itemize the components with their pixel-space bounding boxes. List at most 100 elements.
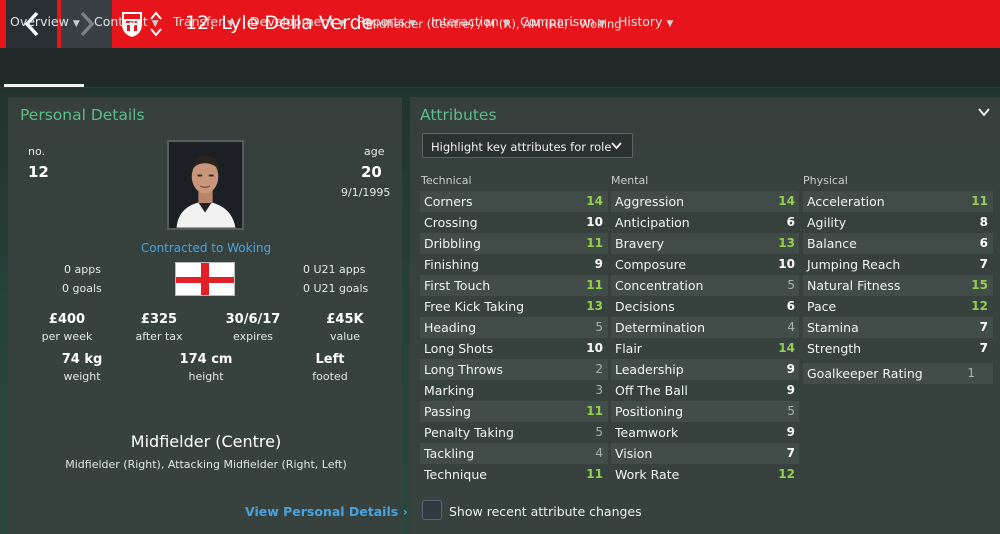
attribute-row[interactable]: Work Rate 12 <box>611 464 799 485</box>
attribute-row[interactable]: Vision 7 <box>611 443 799 464</box>
show-changes-checkbox[interactable] <box>422 500 442 520</box>
squad-number-label: no. <box>28 145 46 158</box>
weight-label: weight <box>63 370 101 383</box>
attribute-row[interactable]: Tackling 4 <box>420 443 608 464</box>
attribute-row[interactable]: Positioning 5 <box>611 401 799 422</box>
attribute-value: 12 <box>971 299 988 313</box>
attribute-name: Long Throws <box>424 362 504 377</box>
attribute-name: Aggression <box>615 194 685 209</box>
tab-overview[interactable]: Overview ▼ <box>10 14 80 29</box>
attribute-row[interactable]: Long Shots 10 <box>420 338 608 359</box>
primary-position: Midfielder (Centre) <box>130 432 282 451</box>
attribute-row[interactable]: Flair 14 <box>611 338 799 359</box>
collapse-chevron-icon[interactable] <box>977 105 991 119</box>
attribute-row[interactable]: Passing 11 <box>420 401 608 422</box>
attribute-row[interactable]: Bravery 13 <box>611 233 799 254</box>
attribute-row[interactable]: Leadership 9 <box>611 359 799 380</box>
tab-label: Comparison <box>520 14 595 29</box>
attribute-row[interactable]: Strength 7 <box>803 338 993 359</box>
tab-contract[interactable]: Contract ▼ <box>94 14 159 29</box>
attribute-row[interactable]: Teamwork 9 <box>611 422 799 443</box>
attribute-row[interactable]: Agility 8 <box>803 212 993 233</box>
after-tax-label: after tax <box>135 330 183 343</box>
attribute-row[interactable]: Corners 14 <box>420 191 608 212</box>
goals-stat: 0 goals <box>62 282 102 295</box>
technical-heading: Technical <box>421 174 472 187</box>
attribute-row[interactable]: Off The Ball 9 <box>611 380 799 401</box>
attribute-row[interactable]: Composure 10 <box>611 254 799 275</box>
attribute-row[interactable]: Concentration 5 <box>611 275 799 296</box>
chevron-down-icon: ▼ <box>666 19 674 29</box>
highlight-role-dropdown[interactable]: Highlight key attributes for role <box>422 133 633 158</box>
attribute-value: 7 <box>979 320 988 334</box>
tab-label: Overview <box>10 14 69 29</box>
attributes-title: Attributes <box>420 106 497 124</box>
tab-comparison[interactable]: Comparison ▼ <box>520 14 606 29</box>
view-personal-details-link[interactable]: View Personal Details › <box>245 504 408 519</box>
tab-development[interactable]: Development ▼ <box>250 14 345 29</box>
contract-status-link[interactable]: Contracted to Woking <box>141 241 271 255</box>
attribute-row[interactable]: Technique 11 <box>420 464 608 485</box>
tab-reports[interactable]: Reports ▼ <box>357 14 416 29</box>
attribute-row[interactable]: Goalkeeper Rating 1 <box>803 363 993 384</box>
tab-history[interactable]: History ▼ <box>618 14 673 29</box>
attribute-value: 5 <box>787 278 795 292</box>
attribute-value: 1 <box>967 366 975 380</box>
after-tax-value: £325 <box>140 312 178 327</box>
preferred-foot-value: Left <box>315 352 345 367</box>
attribute-row[interactable]: Crossing 10 <box>420 212 608 233</box>
attribute-row[interactable]: Heading 5 <box>420 317 608 338</box>
tab-transfer[interactable]: Transfer ▼ <box>173 14 234 29</box>
attribute-name: Corners <box>424 194 473 209</box>
attribute-row[interactable]: Penalty Taking 5 <box>420 422 608 443</box>
attribute-row[interactable]: Dribbling 11 <box>420 233 608 254</box>
attribute-value: 14 <box>586 194 603 208</box>
attribute-name: Bravery <box>615 236 664 251</box>
attribute-row[interactable]: Jumping Reach 7 <box>803 254 993 275</box>
attribute-row[interactable]: Long Throws 2 <box>420 359 608 380</box>
tab-label: Development <box>250 14 335 29</box>
age-label: age <box>364 145 385 158</box>
contract-expiry-label: expires <box>233 330 273 343</box>
attribute-name: Tackling <box>424 446 475 461</box>
attribute-row[interactable]: Decisions 6 <box>611 296 799 317</box>
attribute-name: Marking <box>424 383 475 398</box>
attribute-name: Acceleration <box>807 194 885 209</box>
attribute-value: 9 <box>786 362 795 376</box>
attribute-row[interactable]: Pace 12 <box>803 296 993 317</box>
attribute-row[interactable]: Stamina 7 <box>803 317 993 338</box>
attribute-row[interactable]: Natural Fitness 15 <box>803 275 993 296</box>
wage-value: £400 <box>48 312 86 327</box>
attribute-name: Natural Fitness <box>807 278 901 293</box>
attribute-name: Vision <box>615 446 653 461</box>
attribute-row[interactable]: Aggression 14 <box>611 191 799 212</box>
chevron-down-icon: ▼ <box>151 19 159 29</box>
attribute-name: Anticipation <box>615 215 690 230</box>
attribute-name: Positioning <box>615 404 683 419</box>
tab-interaction[interactable]: Interaction ▼ <box>431 14 510 29</box>
attribute-value: 3 <box>595 383 603 397</box>
attribute-value: 10 <box>586 215 603 229</box>
chevron-down-icon: ▼ <box>72 19 80 29</box>
attribute-name: Determination <box>615 320 706 335</box>
attribute-row[interactable]: Determination 4 <box>611 317 799 338</box>
attribute-name: Strength <box>807 341 862 356</box>
weight-value: 74 kg <box>61 352 103 367</box>
apps-stat: 0 apps <box>64 263 101 276</box>
attribute-row[interactable]: First Touch 11 <box>420 275 608 296</box>
england-flag-icon <box>175 262 235 296</box>
attribute-row[interactable]: Anticipation 6 <box>611 212 799 233</box>
attribute-name: Free Kick Taking <box>424 299 525 314</box>
preferred-foot-label: footed <box>312 370 348 383</box>
attribute-row[interactable]: Finishing 9 <box>420 254 608 275</box>
attribute-name: Pace <box>807 299 837 314</box>
attribute-row[interactable]: Marking 3 <box>420 380 608 401</box>
attribute-row[interactable]: Free Kick Taking 13 <box>420 296 608 317</box>
attribute-row[interactable]: Balance 6 <box>803 233 993 254</box>
attribute-value: 11 <box>971 194 988 208</box>
attribute-name: First Touch <box>424 278 491 293</box>
attribute-row[interactable]: Acceleration 11 <box>803 191 993 212</box>
attribute-value: 5 <box>787 404 795 418</box>
attribute-value: 11 <box>586 467 603 481</box>
chevron-down-icon[interactable] <box>150 28 162 37</box>
